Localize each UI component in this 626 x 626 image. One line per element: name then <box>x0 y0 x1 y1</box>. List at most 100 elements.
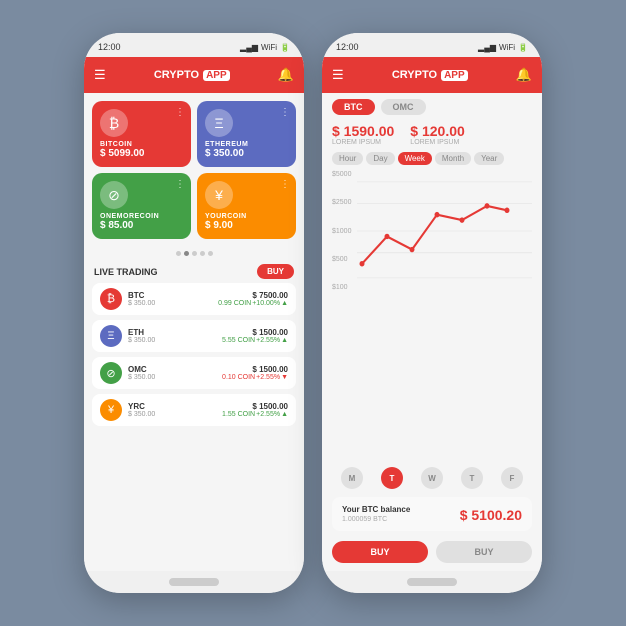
omc-price-col: $ 1500.00 0.10 COIN +2.55% ▼ <box>222 365 288 381</box>
tab-month[interactable]: Month <box>435 152 471 165</box>
buy-button-main[interactable]: BUY <box>257 264 294 279</box>
live-trading-header: LIVE TRADING BUY <box>84 260 304 283</box>
buy-button-red[interactable]: BUY <box>332 541 428 563</box>
status-bar-2: 12:00 ▂▄▆ WiFi 🔋 <box>322 33 542 57</box>
coin-cards-grid: ⋮ ₿ BITCOIN $ 5099.00 ⋮ Ξ ETHEREUM $ 350… <box>84 93 304 247</box>
chart-dot-2 <box>385 234 390 239</box>
buy-button-gray[interactable]: BUY <box>436 541 532 563</box>
time-2: 12:00 <box>336 42 359 52</box>
btc-trade-icon: ₿ <box>100 288 122 310</box>
app-header-1: ☰ CRYPTO APP 🔔 <box>84 57 304 93</box>
trade-list: ₿ BTC $ 350.00 $ 7500.00 0.99 COIN +10.0… <box>84 283 304 571</box>
day-tab-m[interactable]: M <box>341 467 363 489</box>
trade-row-omc[interactable]: ⊘ OMC $ 350.00 $ 1500.00 0.10 COIN +2.55… <box>92 357 296 389</box>
omc-icon: ⊘ <box>100 181 128 209</box>
chart-dot-3 <box>410 247 415 252</box>
phone-2-screen: ☰ CRYPTO APP 🔔 BTC OMC $ 1590.00 LOREM I… <box>322 57 542 571</box>
trade-row-yrc[interactable]: ¥ YRC $ 350.00 $ 1500.00 1.55 COIN +2.55… <box>92 394 296 426</box>
balance-row: $ 1590.00 LOREM IPSUM $ 120.00 LOREM IPS… <box>322 119 542 152</box>
eth-price: $ 1500.00 <box>222 328 288 337</box>
signal-icon: ▂▄▆ <box>240 43 258 52</box>
eth-trade-info: ETH $ 350.00 <box>128 328 216 344</box>
card-menu-eth[interactable]: ⋮ <box>280 107 290 118</box>
day-tab-w[interactable]: W <box>421 467 443 489</box>
ethereum-card[interactable]: ⋮ Ξ ETHEREUM $ 350.00 <box>197 101 296 167</box>
eth-trade-icon: Ξ <box>100 325 122 347</box>
dot-3 <box>192 251 197 256</box>
day-tab-t2[interactable]: T <box>461 467 483 489</box>
yrc-sub: $ 350.00 <box>128 411 216 418</box>
menu-icon-2[interactable]: ☰ <box>332 67 344 83</box>
btc-balance-card: Your BTC balance 1.000059 BTC $ 5100.20 <box>332 497 532 531</box>
chart-dot-7 <box>505 208 510 213</box>
day-tabs: M T W T F <box>322 463 542 493</box>
y-label-1000: $1000 <box>332 228 351 235</box>
chart-dot-6 <box>485 203 490 208</box>
wifi-icon-2: WiFi <box>499 43 515 52</box>
carousel-dots <box>84 247 304 260</box>
balance-amount-1: $ 1590.00 <box>332 123 394 139</box>
yrc-icon: ¥ <box>205 181 233 209</box>
ethereum-icon: Ξ <box>205 109 233 137</box>
balance-label-1: LOREM IPSUM <box>332 139 394 146</box>
battery-icon: 🔋 <box>280 43 290 52</box>
yrc-price-col: $ 1500.00 1.55 COIN +2.55% ▲ <box>222 402 288 418</box>
menu-icon-1[interactable]: ☰ <box>94 67 106 83</box>
omc-card[interactable]: ⋮ ⊘ ONEMORECOIN $ 85.00 <box>92 173 191 239</box>
token-tabs: BTC OMC <box>322 93 542 119</box>
eth-sub: $ 350.00 <box>128 337 216 344</box>
wifi-icon: WiFi <box>261 43 277 52</box>
bitcoin-card[interactable]: ⋮ ₿ BITCOIN $ 5099.00 <box>92 101 191 167</box>
tab-hour[interactable]: Hour <box>332 152 363 165</box>
balance-col-2: $ 120.00 LOREM IPSUM <box>410 123 465 146</box>
chart-dot-4 <box>435 212 440 217</box>
bell-icon-1[interactable]: 🔔 <box>278 67 294 83</box>
action-buttons: BUY BUY <box>322 535 542 571</box>
day-tab-t1[interactable]: T <box>381 467 403 489</box>
dot-5 <box>208 251 213 256</box>
app-name-1: CRYPTO <box>154 69 199 81</box>
omc-price: $ 1500.00 <box>222 365 288 374</box>
tab-year[interactable]: Year <box>474 152 504 165</box>
app-badge-1: APP <box>203 70 230 81</box>
app-badge-2: APP <box>441 70 468 81</box>
tab-omc[interactable]: OMC <box>381 99 426 115</box>
chart-area: $5000 $2500 $1000 $500 $100 <box>322 171 542 463</box>
eth-change: 5.55 COIN +2.55% ▲ <box>222 337 288 344</box>
time-tabs: Hour Day Week Month Year <box>322 152 542 171</box>
btc-trade-info: BTC $ 350.00 <box>128 291 212 307</box>
omc-trade-icon: ⊘ <box>100 362 122 384</box>
trade-row-eth[interactable]: Ξ ETH $ 350.00 $ 1500.00 5.55 COIN +2.55… <box>92 320 296 352</box>
card-menu-bitcoin[interactable]: ⋮ <box>175 107 185 118</box>
status-icons-2: ▂▄▆ WiFi 🔋 <box>478 43 528 52</box>
tab-week[interactable]: Week <box>398 152 432 165</box>
tab-btc[interactable]: BTC <box>332 99 375 115</box>
yrc-name: YOURCOIN <box>205 213 247 220</box>
card-menu-yrc[interactable]: ⋮ <box>280 179 290 190</box>
btc-sub: $ 350.00 <box>128 300 212 307</box>
dot-4 <box>200 251 205 256</box>
day-tab-f[interactable]: F <box>501 467 523 489</box>
chart-dot-5 <box>460 217 465 222</box>
home-button-2[interactable] <box>407 578 457 586</box>
signal-icon-2: ▂▄▆ <box>478 43 496 52</box>
tab-day[interactable]: Day <box>366 152 394 165</box>
app-name-2: CRYPTO <box>392 69 437 81</box>
yrc-symbol: YRC <box>128 402 216 411</box>
omc-price: $ 85.00 <box>100 220 133 231</box>
app-header-2: ☰ CRYPTO APP 🔔 <box>322 57 542 93</box>
y-label-100: $100 <box>332 284 351 291</box>
ethereum-price: $ 350.00 <box>205 148 244 159</box>
yrc-card[interactable]: ⋮ ¥ YOURCOIN $ 9.00 <box>197 173 296 239</box>
omc-symbol: OMC <box>128 365 216 374</box>
card-menu-omc[interactable]: ⋮ <box>175 179 185 190</box>
bell-icon-2[interactable]: 🔔 <box>516 67 532 83</box>
app-title-2: CRYPTO APP <box>392 69 468 81</box>
phone-bottom-1 <box>84 571 304 593</box>
phone-2: 12:00 ▂▄▆ WiFi 🔋 ☰ CRYPTO APP 🔔 BTC OMC <box>322 33 542 593</box>
eth-price-col: $ 1500.00 5.55 COIN +2.55% ▲ <box>222 328 288 344</box>
bitcoin-price: $ 5099.00 <box>100 148 145 159</box>
home-button-1[interactable] <box>169 578 219 586</box>
btc-price: $ 7500.00 <box>218 291 288 300</box>
trade-row-btc[interactable]: ₿ BTC $ 350.00 $ 7500.00 0.99 COIN +10.0… <box>92 283 296 315</box>
